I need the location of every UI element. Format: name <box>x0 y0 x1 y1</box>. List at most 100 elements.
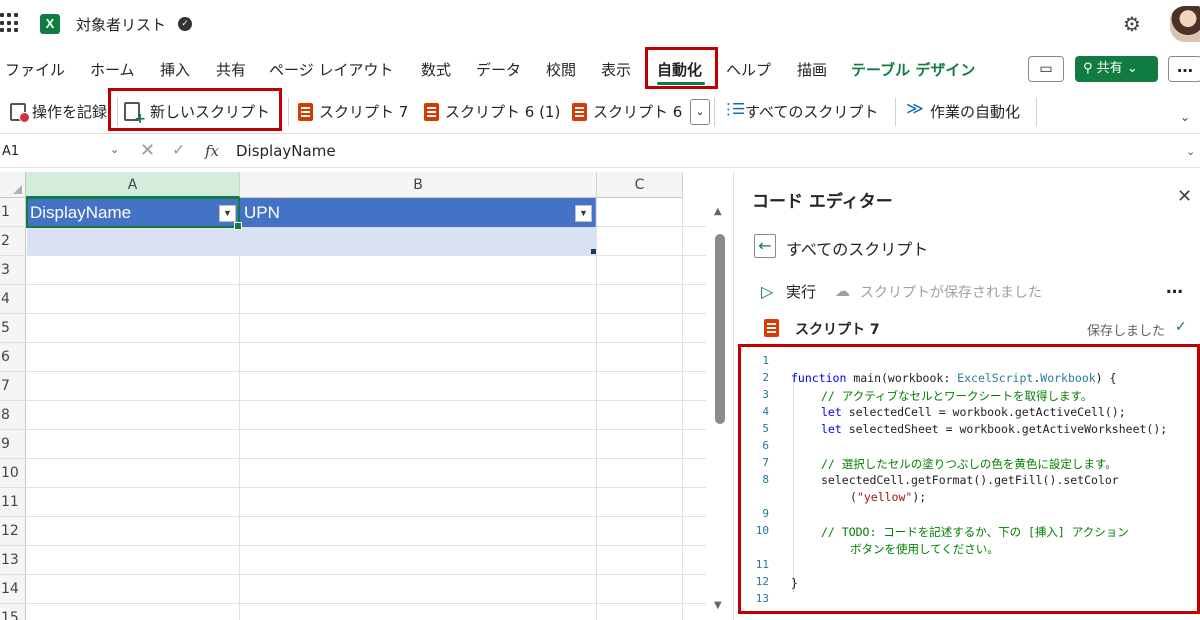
row-header[interactable]: 8 <box>0 401 26 430</box>
tab-file[interactable]: ファイル <box>5 59 65 80</box>
chevron-down-icon[interactable]: ⌄ <box>110 143 119 156</box>
tab-data[interactable]: データ <box>476 59 521 80</box>
tab-page-layout[interactable]: ページ レイアウト <box>269 59 393 80</box>
column-header-c[interactable]: C <box>597 172 683 198</box>
tab-review[interactable]: 校閲 <box>546 59 576 80</box>
app-launcher-icon[interactable] <box>0 13 20 33</box>
row-header[interactable]: 4 <box>0 285 26 314</box>
automate-work-button[interactable]: 作業の自動化 <box>906 99 1021 122</box>
cloud-sync-icon[interactable]: ✓ <box>178 17 192 31</box>
expand-formula-bar-icon[interactable]: ⌄ <box>1186 145 1195 158</box>
row-header[interactable]: 14 <box>0 575 26 604</box>
table-header-cell[interactable]: UPN ▼ <box>240 198 596 227</box>
code-line-5[interactable]: let selectedSheet = workbook.getActiveWo… <box>821 422 1167 436</box>
line-number: 12 <box>755 575 769 588</box>
sheet-row[interactable] <box>26 256 706 285</box>
name-box[interactable]: A1 <box>0 142 125 164</box>
row-header[interactable]: 5 <box>0 314 26 343</box>
sheet-row[interactable] <box>26 285 706 314</box>
tab-table-design[interactable]: テーブル デザイン <box>851 59 975 80</box>
tab-home[interactable]: ホーム <box>90 59 135 80</box>
sheet-row[interactable] <box>26 546 706 575</box>
row-header[interactable]: 13 <box>0 546 26 575</box>
filter-dropdown-icon[interactable]: ▼ <box>575 205 592 222</box>
script-6-button[interactable]: スクリプト 6 <box>572 101 682 122</box>
comment-icon[interactable]: ▭ <box>1028 56 1064 82</box>
record-actions-button[interactable]: 操作を記録 <box>10 101 107 123</box>
run-button[interactable]: 実行 <box>786 281 816 302</box>
tab-share[interactable]: 共有 <box>216 59 246 80</box>
worksheet-grid[interactable]: A B C 1 2 3 4 5 6 7 8 9 10 11 12 13 14 15 DisplayName … <box>0 172 733 620</box>
sheet-row[interactable] <box>26 372 706 401</box>
row-header[interactable]: 10 <box>0 459 26 488</box>
code-line-10-wrap[interactable]: ボタンを使用してください。 <box>850 541 999 557</box>
row-header[interactable]: 6 <box>0 343 26 372</box>
sheet-row[interactable] <box>26 314 706 343</box>
table-resize-handle[interactable] <box>591 249 596 254</box>
all-scripts-link[interactable]: すべてのスクリプト <box>786 236 928 260</box>
gear-icon[interactable]: ⚙ <box>1123 12 1141 36</box>
code-line-8[interactable]: selectedCell.getFormat().getFill().setCo… <box>821 473 1119 487</box>
vertical-scrollbar[interactable]: ▲ ▼ <box>713 202 727 620</box>
cancel-icon[interactable]: ✕ <box>140 140 155 161</box>
code-line-8-wrap[interactable]: ("yellow"); <box>850 490 926 504</box>
avatar[interactable] <box>1170 6 1200 42</box>
column-header-a[interactable]: A <box>26 172 240 198</box>
document-title[interactable]: 対象者リスト <box>76 14 166 35</box>
person-add-icon: ⚲ <box>1083 61 1093 76</box>
row-header[interactable]: 12 <box>0 517 26 546</box>
code-line-10[interactable]: // TODO: コードを記述するか、下の [挿入] アクション <box>821 524 1129 540</box>
automate-label: 作業の自動化 <box>930 103 1021 121</box>
line-number: 1 <box>762 354 769 367</box>
share-button[interactable]: ⚲ 共有 ⌄ <box>1075 56 1158 82</box>
code-line-7[interactable]: // 選択したセルの塗りつぶしの色を黄色に設定します。 <box>821 456 1117 472</box>
sheet-row[interactable] <box>26 401 706 430</box>
table-row[interactable] <box>27 227 596 255</box>
sheet-row[interactable] <box>26 459 706 488</box>
tab-view[interactable]: 表示 <box>601 59 631 80</box>
row-header[interactable]: 15 <box>0 604 26 620</box>
sheet-row[interactable] <box>26 343 706 372</box>
code-line-12[interactable]: } <box>791 576 798 590</box>
tab-formulas[interactable]: 数式 <box>421 59 451 80</box>
more-options-button[interactable]: … <box>1168 56 1200 82</box>
tab-help[interactable]: ヘルプ <box>726 59 771 80</box>
scroll-up-icon[interactable]: ▲ <box>714 206 722 217</box>
scripts-gallery-dropdown[interactable]: ⌄ <box>690 99 710 125</box>
script-name[interactable]: スクリプト 7 <box>795 319 880 339</box>
insert-function-icon[interactable]: fx <box>205 142 219 160</box>
row-header[interactable]: 11 <box>0 488 26 517</box>
enter-icon[interactable]: ✓ <box>172 140 185 159</box>
script-6-1-button[interactable]: スクリプト 6 (1) <box>424 101 560 122</box>
code-line-3[interactable]: // アクティブなセルとワークシートを取得します。 <box>821 388 1092 404</box>
sheet-row[interactable] <box>26 430 706 459</box>
sheet-row[interactable] <box>26 604 706 620</box>
tab-insert[interactable]: 挿入 <box>160 59 190 80</box>
row-header[interactable]: 3 <box>0 256 26 285</box>
sheet-row[interactable] <box>26 488 706 517</box>
all-scripts-label: すべてのスクリプト <box>745 103 879 121</box>
script-7-button[interactable]: スクリプト 7 <box>298 101 408 122</box>
column-header-b[interactable]: B <box>240 172 597 198</box>
close-icon[interactable]: ✕ <box>1177 186 1192 207</box>
scroll-thumb[interactable] <box>715 234 725 424</box>
row-header[interactable]: 1 <box>0 198 26 227</box>
all-scripts-button[interactable]: すべてのスクリプト <box>721 100 879 122</box>
select-all-corner[interactable] <box>0 172 26 198</box>
row-header[interactable]: 2 <box>0 227 26 256</box>
tab-draw[interactable]: 描画 <box>797 59 827 80</box>
sheet-row[interactable] <box>26 575 706 604</box>
code-editor[interactable]: 1 2 3 4 5 6 7 8 9 10 11 12 13 function main(workbook… <box>738 344 1200 614</box>
line-number: 2 <box>762 371 769 384</box>
sheet-row[interactable] <box>26 517 706 546</box>
back-arrow-icon[interactable]: ← <box>754 234 776 258</box>
more-options-button[interactable]: … <box>1166 278 1184 298</box>
row-header[interactable]: 7 <box>0 372 26 401</box>
code-line-2[interactable]: function main(workbook: ExcelScript.Work… <box>791 371 1116 385</box>
formula-input[interactable]: DisplayName <box>236 142 336 160</box>
play-icon[interactable]: ▷ <box>761 282 773 301</box>
code-line-4[interactable]: let selectedCell = workbook.getActiveCel… <box>821 405 1126 419</box>
ribbon-expand-icon[interactable]: ⌄ <box>1180 110 1190 124</box>
scroll-down-icon[interactable]: ▼ <box>714 600 722 611</box>
row-header[interactable]: 9 <box>0 430 26 459</box>
